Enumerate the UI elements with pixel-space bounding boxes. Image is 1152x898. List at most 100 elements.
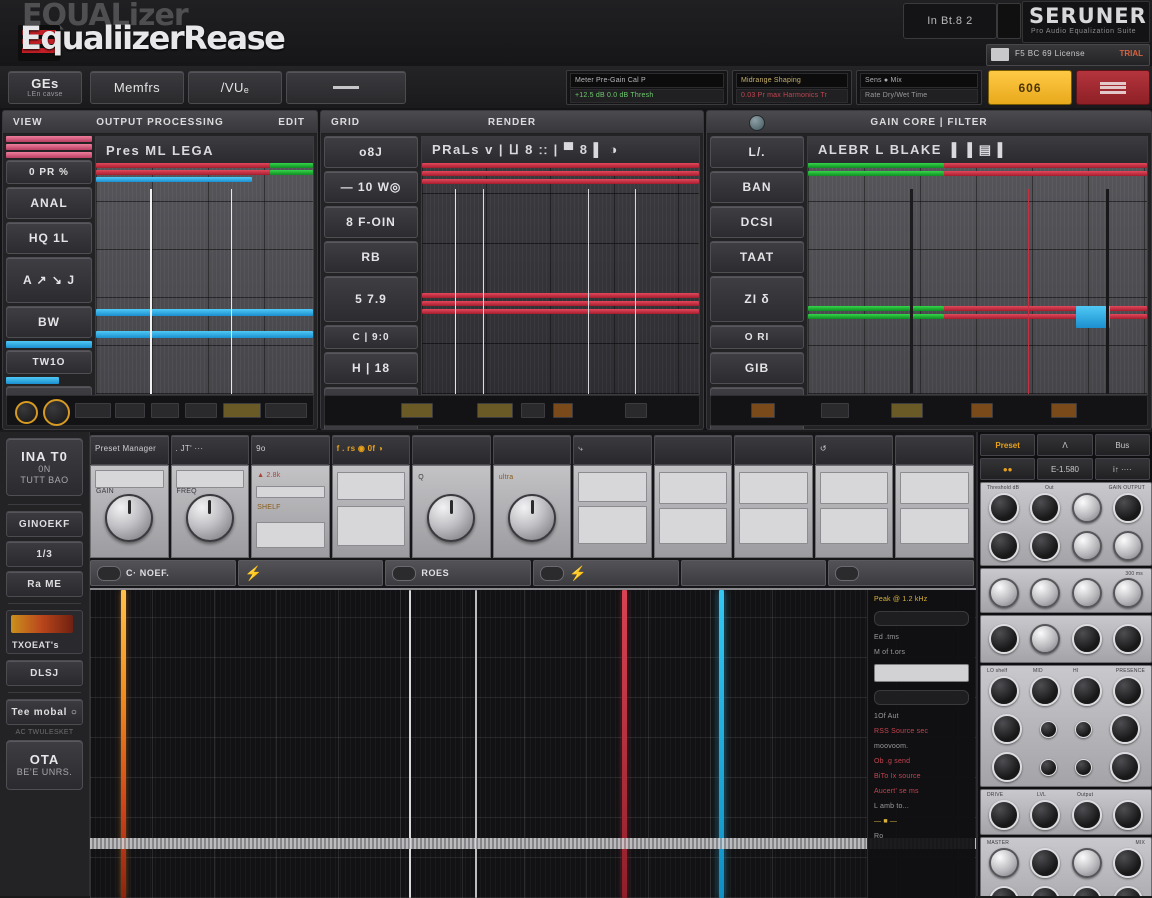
knob-cell-2-slider[interactable]	[256, 486, 325, 498]
bypass-button[interactable]	[1076, 70, 1150, 105]
knob-cell-7[interactable]	[653, 465, 733, 558]
panel1-knob-0[interactable]	[15, 401, 38, 424]
lpf-knob[interactable]	[1030, 578, 1061, 608]
panel1-chip-2[interactable]	[151, 403, 179, 418]
panel2-btn-1[interactable]: — 10 W◎	[324, 171, 418, 203]
knob-cell-2[interactable]: ▲ 2.8k SHELF	[251, 465, 330, 558]
lower-btn-4[interactable]	[680, 560, 827, 586]
lower-tb-cell-4[interactable]	[412, 435, 491, 465]
attack-knob[interactable]	[988, 531, 1019, 561]
lower-btn-2[interactable]: ROES	[385, 560, 532, 586]
tone-knob-1[interactable]	[988, 624, 1019, 654]
toolbar-slot-mid[interactable]: Midrange Shaping 0.03 Pr max Harmonics T…	[732, 70, 852, 105]
sidebar-item-dlsj[interactable]: DLSJ	[6, 660, 83, 686]
spectrogram-canvas[interactable]: Peak @ 1.2 kHz Ed .tms M of t.ors 1Of Au…	[90, 588, 976, 898]
timeline-ruler[interactable]	[90, 838, 976, 849]
panel3-grid-body[interactable]	[808, 163, 1147, 394]
license-bar[interactable]: F5 BC 69 License TRIAL	[986, 44, 1150, 66]
eq-hi-gain-knob[interactable]	[1071, 676, 1102, 706]
panel2-btn-5[interactable]: C | 9:0	[324, 325, 418, 349]
toggle-pill-icon[interactable]	[835, 565, 860, 581]
eq-mid-q-knob[interactable]	[1040, 758, 1057, 776]
overlay-input-field[interactable]	[874, 664, 969, 682]
master-mix-knob[interactable]	[1030, 848, 1061, 878]
panel1-btn-3[interactable]: A ↗ ↘ J	[6, 257, 92, 303]
tab-dash[interactable]	[286, 71, 406, 104]
eq-lo-gain-knob[interactable]	[988, 676, 1019, 706]
panel1-btn-0[interactable]: 0 PR %	[6, 160, 92, 184]
hpf-knob[interactable]	[988, 578, 1019, 608]
character-knob[interactable]	[1071, 800, 1102, 830]
panel2-btn-0[interactable]: o8J	[324, 136, 418, 168]
lower-btn-5[interactable]	[828, 560, 975, 586]
panel2-btn-4[interactable]: 5 7.9	[324, 276, 418, 322]
panel1-btn-4[interactable]: BW	[6, 306, 92, 338]
knob-cell-3-display[interactable]	[336, 472, 406, 500]
lower-tb-cell-8[interactable]	[734, 435, 813, 465]
panel2-btn-2[interactable]: 8 F-OIN	[324, 206, 418, 238]
tab-vu[interactable]: /VUₑ	[188, 71, 282, 104]
rack-header-meter[interactable]: i↑ ····	[1094, 458, 1150, 480]
panel3-btn-2[interactable]: DCSI	[710, 206, 804, 238]
eq-presence-gain-knob[interactable]	[1113, 676, 1144, 706]
threshold-knob[interactable]	[988, 493, 1019, 523]
panel3-chip-3[interactable]	[971, 403, 993, 418]
knob-cell-6-display2[interactable]	[578, 506, 647, 544]
eq-lo-q-knob[interactable]	[992, 752, 1022, 782]
panel3-btn-4[interactable]: ZI δ	[710, 276, 804, 322]
panel2-chip-0[interactable]	[401, 403, 433, 418]
slope-knob[interactable]	[1071, 578, 1102, 608]
sidebar-status-card[interactable]: INA T0 0N TUTT BAO	[6, 438, 83, 496]
toggle-pill-icon[interactable]	[97, 565, 121, 581]
sidebar-footer-card[interactable]: OTA BE’E UNRS.	[6, 740, 83, 790]
panel3-btn-1[interactable]: BAN	[710, 171, 804, 203]
panel1-chip-0[interactable]	[75, 403, 111, 418]
knob-cell-7-display[interactable]	[658, 472, 728, 504]
mix-knob[interactable]	[1071, 531, 1102, 561]
master-knob-7[interactable]	[1071, 886, 1102, 896]
panel3-btn-6[interactable]: GIB	[710, 352, 804, 384]
panel1-cursor[interactable]	[150, 189, 153, 394]
lower-tb-cell-6[interactable]: ⤷	[573, 435, 652, 465]
eq-mid-freq-knob[interactable]	[1040, 720, 1057, 738]
lower-btn-3[interactable]: ⚡	[533, 560, 679, 586]
panel2-chip-3[interactable]	[553, 403, 573, 418]
knob-cell-8-display2[interactable]	[739, 508, 808, 544]
tone-knob-4[interactable]	[1113, 624, 1144, 654]
panel1-chip-5[interactable]	[265, 403, 307, 418]
panel1-grid-body[interactable]	[96, 163, 313, 394]
rack-module-tone[interactable]	[980, 615, 1152, 663]
knob-cell-3-display2[interactable]	[336, 506, 406, 546]
q-knob[interactable]	[427, 494, 476, 542]
marker-cyan[interactable]	[719, 590, 725, 898]
marker-red[interactable]	[621, 590, 627, 898]
panel1-chip-3[interactable]	[185, 403, 217, 418]
rack-module-filter[interactable]: 300 ms	[980, 568, 1152, 613]
panel3-chip-4[interactable]	[1051, 403, 1077, 418]
engage-button[interactable]: 606	[988, 70, 1072, 105]
master-knob-5[interactable]	[988, 886, 1019, 896]
rack-module-eq-bank[interactable]: LO shelf MID HI PRESENCE	[980, 665, 1152, 787]
panel2-btn-3[interactable]: RB	[324, 241, 418, 273]
marker-orange[interactable]	[121, 590, 126, 898]
lower-btn-1[interactable]: ⚡	[237, 560, 384, 586]
eq-hi-freq-knob[interactable]	[1075, 720, 1092, 738]
freq-knob[interactable]	[185, 494, 234, 542]
master-knob-6[interactable]	[1030, 886, 1061, 896]
gain-knob[interactable]	[105, 494, 154, 542]
eq-lo-freq-knob[interactable]	[992, 714, 1022, 744]
knob-cell-8[interactable]	[734, 465, 813, 558]
knob-cell-0[interactable]: GAIN	[90, 465, 169, 558]
panel1-chip-4[interactable]	[223, 403, 261, 418]
panel3-chip-2[interactable]	[891, 403, 923, 418]
tone-knob-2[interactable]	[1030, 624, 1061, 654]
panel1-btn-2[interactable]: HQ 1L	[6, 222, 92, 254]
knob-cell-3[interactable]	[331, 465, 411, 558]
drive-output-knob[interactable]	[1113, 800, 1144, 830]
lower-tb-cell-2[interactable]: 9o	[251, 435, 330, 465]
lower-tb-cell-7[interactable]	[653, 435, 733, 465]
toolbar-slot-meter[interactable]: Meter Pre-Gain Cal P +12.5 dB 0.0 dB Thr…	[566, 70, 728, 105]
output-knob[interactable]	[1113, 493, 1144, 523]
knob-cell-6-display[interactable]	[578, 472, 647, 502]
release-knob[interactable]	[1030, 531, 1061, 561]
